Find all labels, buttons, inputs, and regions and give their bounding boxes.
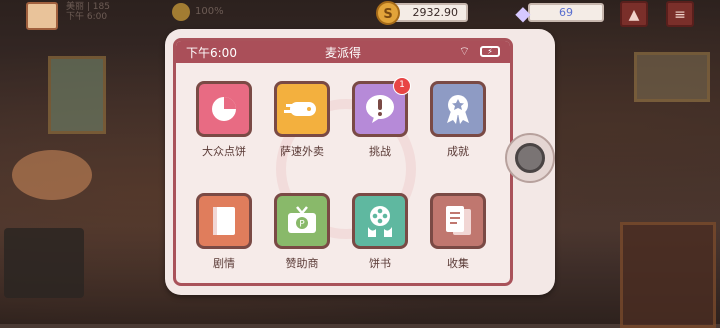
satisfaction-percent: 100% <box>195 6 224 17</box>
swing-seat <box>12 150 92 200</box>
pie-chart-icon <box>196 81 252 137</box>
app-tiaozhan[interactable]: 1 挑战 <box>344 77 416 159</box>
level-info: 美丽 | 185 下午 6:00 <box>66 2 110 22</box>
in-game-phone: 下午6:00 麦派得 ⌔ ⚡ 大众点饼 萨速外卖 1 挑战 成就 剧情 P 赞助… <box>165 29 555 295</box>
app-label: 饼书 <box>369 257 391 270</box>
app-label: 收集 <box>447 257 469 270</box>
coin-balance[interactable]: 2932.90 <box>392 3 468 22</box>
film-reel-icon <box>352 193 408 249</box>
home-button-icon <box>515 143 545 173</box>
delivery-icon <box>274 81 330 137</box>
menu-button[interactable]: ≡ <box>666 1 694 27</box>
top-bar: 美丽 | 185 下午 6:00 100% 2932.90 S 69 ◆ ▲ ≡ <box>0 0 720 30</box>
app-bingshu[interactable]: 饼书 <box>344 193 416 271</box>
phone-status-bar: 下午6:00 麦派得 ⌔ ⚡ <box>176 41 510 63</box>
collapse-button[interactable]: ▲ <box>620 1 648 27</box>
app-label: 大众点饼 <box>202 145 246 158</box>
player-avatar[interactable] <box>26 2 58 30</box>
book-icon <box>196 193 252 249</box>
app-chengjiu[interactable]: 成就 <box>422 81 494 159</box>
app-shouji[interactable]: 收集 <box>422 193 494 271</box>
tv-icon: P <box>274 193 330 249</box>
wifi-icon: ⌔ <box>458 44 470 58</box>
coin-icon: S <box>376 1 400 25</box>
app-label: 成就 <box>447 145 469 158</box>
app-juqing[interactable]: 剧情 <box>188 193 260 271</box>
diamond-icon: ◆ <box>515 1 531 25</box>
game-time-text: 下午 6:00 <box>66 12 108 22</box>
gem-balance[interactable]: 69 <box>528 3 604 22</box>
exclamation-icon: 1 <box>352 77 411 137</box>
app-label: 赞助商 <box>285 257 319 270</box>
app-zanzhushang[interactable]: P 赞助商 <box>266 193 338 271</box>
cabinet <box>620 222 716 328</box>
app-label: 萨速外卖 <box>280 145 324 158</box>
battery-icon: ⚡ <box>480 46 500 57</box>
medal-icon <box>430 81 486 137</box>
phone-home-button[interactable] <box>505 133 555 183</box>
phone-screen: 下午6:00 麦派得 ⌔ ⚡ 大众点饼 萨速外卖 1 挑战 成就 剧情 P 赞助… <box>173 38 513 286</box>
notification-badge: 1 <box>393 77 411 95</box>
smiley-icon <box>172 3 190 21</box>
cash-register <box>4 228 84 298</box>
app-label: 挑战 <box>369 145 391 158</box>
app-sasu-waimai[interactable]: 萨速外卖 <box>266 81 338 159</box>
app-label: 剧情 <box>213 257 235 270</box>
svg-text:P: P <box>299 220 305 230</box>
cards-icon <box>430 193 486 249</box>
app-dazhong-dianbing[interactable]: 大众点饼 <box>188 81 260 159</box>
level-text: 美丽 | 185 <box>66 2 110 12</box>
wall-picture <box>48 56 106 134</box>
wall-sign <box>634 52 710 102</box>
